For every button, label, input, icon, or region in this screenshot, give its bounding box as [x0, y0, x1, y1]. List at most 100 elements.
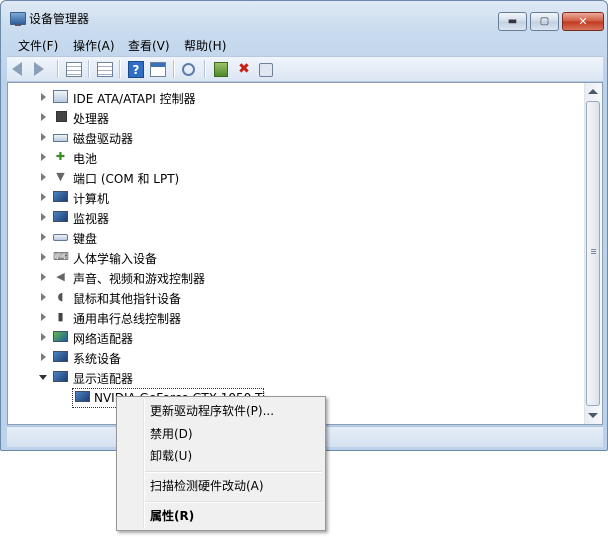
scrollbar-thumb[interactable] [586, 101, 600, 406]
menu-item-uninstall[interactable]: 卸载(U) [150, 447, 192, 464]
tree-item-label: 计算机 [73, 192, 110, 206]
context-menu: 更新驱动程序软件(P)... 禁用(D) 卸载(U) 扫描检测硬件改动(A) 属… [116, 396, 326, 531]
tree-item-processor[interactable]: 处理器 [8, 107, 568, 127]
tree-item-label: 网络适配器 [73, 332, 134, 346]
scroll-down-icon[interactable] [588, 413, 598, 418]
menu-item-scan-hardware[interactable]: 扫描检测硬件改动(A) [150, 477, 264, 494]
toolbar-separator [88, 60, 89, 78]
ide-controller-icon [53, 90, 68, 103]
menu-separator [145, 501, 322, 502]
scroll-up-icon[interactable] [588, 89, 598, 94]
tree-item-hid[interactable]: ⌨ 人体学输入设备 [8, 247, 568, 267]
device-manager-window: 设备管理器 ▬ ▢ ✕ 文件(F) 操作(A) 查看(V) 帮助(H) ? ✖ … [0, 0, 608, 451]
battery-icon: ✚ [55, 150, 66, 163]
maximize-button[interactable]: ▢ [530, 12, 559, 31]
update-driver-icon[interactable] [214, 62, 228, 77]
disable-icon[interactable] [259, 63, 273, 77]
device-tree[interactable]: IDE ATA/ATAPI 控制器 处理器 磁盘驱动器 ✚ 电池 ▼ 端口 (C… [7, 82, 603, 425]
menu-help[interactable]: 帮助(H) [184, 37, 226, 54]
window-title: 设备管理器 [29, 12, 90, 26]
tree-item-disk-drive[interactable]: 磁盘驱动器 [8, 127, 568, 147]
tree-item-label: 显示适配器 [73, 372, 134, 386]
computer-icon [53, 191, 68, 202]
expand-arrow-icon[interactable] [41, 93, 46, 101]
display-adapter-icon [75, 391, 90, 402]
forward-arrow-icon[interactable] [34, 62, 44, 76]
toolbar-separator [119, 60, 120, 78]
tree-item-computer[interactable]: 计算机 [8, 187, 568, 207]
expand-arrow-icon[interactable] [41, 273, 46, 281]
tree-item-usb[interactable]: ▮ 通用串行总线控制器 [8, 307, 568, 327]
menu-separator [145, 471, 322, 472]
monitor-icon [53, 211, 68, 222]
tree-item-display-adapter[interactable]: 显示适配器 [8, 367, 568, 387]
tree-item-label: 通用串行总线控制器 [73, 312, 182, 326]
close-button[interactable]: ✕ [562, 12, 604, 31]
tree-item-label: IDE ATA/ATAPI 控制器 [73, 92, 196, 106]
scan-hardware-icon[interactable] [182, 63, 195, 76]
expand-arrow-icon[interactable] [41, 213, 46, 221]
tree-item-label: 处理器 [73, 112, 110, 126]
tree-item-network-adapter[interactable]: 网络适配器 [8, 327, 568, 347]
menu-item-properties[interactable]: 属性(R) [150, 507, 194, 524]
menu-bar: 文件(F) 操作(A) 查看(V) 帮助(H) [1, 33, 607, 55]
keyboard-icon [53, 234, 68, 241]
menu-item-update-driver[interactable]: 更新驱动程序软件(P)... [150, 402, 274, 419]
tree-item-label: 鼠标和其他指针设备 [73, 292, 182, 306]
tree-item-label: 键盘 [73, 232, 98, 246]
tree-item-label: 监视器 [73, 212, 110, 226]
help-icon[interactable]: ? [128, 61, 144, 78]
mouse-icon: ◖ [57, 290, 64, 303]
tree-item-sound[interactable]: ◀ 声音、视频和游戏控制器 [8, 267, 568, 287]
sound-icon: ◀ [56, 270, 65, 283]
properties-icon[interactable] [97, 62, 113, 77]
collapse-arrow-icon[interactable] [39, 375, 47, 380]
toolbar: ? ✖ [7, 56, 603, 82]
menu-view[interactable]: 查看(V) [128, 37, 170, 54]
tree-item-label: 端口 (COM 和 LPT) [73, 172, 180, 186]
tree-item-port[interactable]: ▼ 端口 (COM 和 LPT) [8, 167, 568, 187]
expand-arrow-icon[interactable] [41, 113, 46, 121]
toolbar-separator [57, 60, 58, 78]
grip-icon [591, 249, 596, 255]
device-manager-app-icon [10, 12, 26, 26]
tree-item-label: 电池 [73, 152, 98, 166]
expand-arrow-icon[interactable] [41, 313, 46, 321]
hid-icon: ⌨ [53, 250, 69, 263]
expand-arrow-icon[interactable] [41, 253, 46, 261]
expand-arrow-icon[interactable] [41, 153, 46, 161]
tree-item-label: 声音、视频和游戏控制器 [73, 272, 206, 286]
disk-drive-icon [53, 134, 68, 142]
tree-item-system-device[interactable]: 系统设备 [8, 347, 568, 367]
view-icon[interactable] [150, 62, 166, 77]
processor-icon [56, 111, 67, 122]
tree-item-battery[interactable]: ✚ 电池 [8, 147, 568, 167]
minimize-button[interactable]: ▬ [498, 12, 527, 31]
toolbar-separator [204, 60, 205, 78]
tree-item-keyboard[interactable]: 键盘 [8, 227, 568, 247]
tree-item-monitor[interactable]: 监视器 [8, 207, 568, 227]
show-hide-tree-icon[interactable] [66, 62, 82, 77]
usb-icon: ▮ [57, 310, 64, 323]
title-bar[interactable]: 设备管理器 ▬ ▢ ✕ [1, 1, 607, 33]
expand-arrow-icon[interactable] [41, 133, 46, 141]
network-adapter-icon [53, 331, 68, 342]
toolbar-separator [173, 60, 174, 78]
expand-arrow-icon[interactable] [41, 353, 46, 361]
display-adapter-icon [53, 371, 68, 382]
tree-item-label: 人体学输入设备 [73, 252, 158, 266]
expand-arrow-icon[interactable] [41, 233, 46, 241]
uninstall-icon[interactable]: ✖ [236, 61, 252, 77]
expand-arrow-icon[interactable] [41, 293, 46, 301]
vertical-scrollbar[interactable] [584, 83, 602, 424]
tree-item-label: 系统设备 [73, 352, 122, 366]
menu-item-disable[interactable]: 禁用(D) [150, 425, 193, 442]
tree-item-mouse[interactable]: ◖ 鼠标和其他指针设备 [8, 287, 568, 307]
back-arrow-icon[interactable] [12, 62, 22, 76]
expand-arrow-icon[interactable] [41, 173, 46, 181]
menu-action[interactable]: 操作(A) [73, 37, 115, 54]
menu-file[interactable]: 文件(F) [18, 37, 58, 54]
expand-arrow-icon[interactable] [41, 333, 46, 341]
expand-arrow-icon[interactable] [41, 193, 46, 201]
tree-item-ide-controller[interactable]: IDE ATA/ATAPI 控制器 [8, 87, 568, 107]
